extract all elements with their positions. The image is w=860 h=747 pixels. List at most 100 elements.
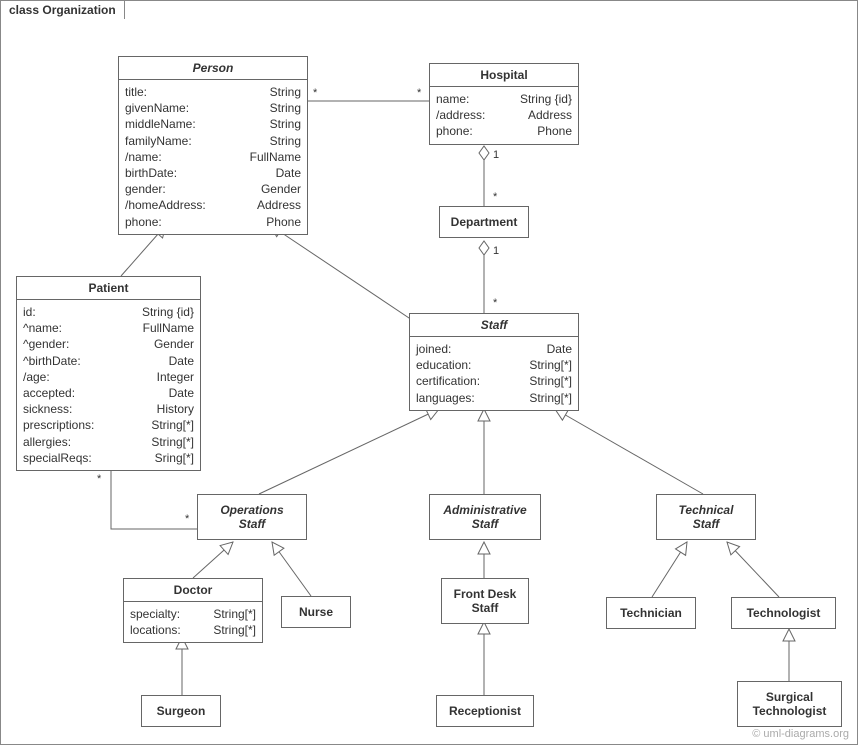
class-staff-attrs: joined:Date education:String[*] certific… [410,337,578,410]
attr-type: String[*] [529,357,572,373]
label: Staff [202,517,302,531]
class-doctor-attrs: specialty: String[*] locations: String[*] [124,602,262,642]
class-person: Person title: String givenName: String mid… [118,56,308,235]
attr-name: /age: [23,369,50,385]
attr-name: accepted: [23,385,75,401]
attr-type: Gender [154,336,194,352]
attr-name: certification: [416,373,480,389]
attr-type: Phone [537,123,572,139]
attr-name: middleName: [125,116,196,132]
attr-type: Date [276,165,301,181]
attr-type: Date [169,385,194,401]
class-receptionist: Receptionist [436,695,534,727]
class-department: Department [439,206,529,238]
class-operations-staff: Operations Staff [197,494,307,540]
attr-name: sickness: [23,401,72,417]
class-doctor: Doctor specialty: String[*] locations: Str… [123,578,263,643]
class-hospital-attrs: name:String {id} /address:Address phone:… [430,87,578,144]
class-person-attrs: title: String givenName: String middleName… [119,80,307,234]
class-patient-title: Patient [17,277,200,300]
mult-patient-opstaff-left: * [97,473,101,485]
class-hospital: Hospital name:String {id} /address:Addre… [429,63,579,145]
class-staff: Staff joined:Date education:String[*] ce… [409,313,579,411]
attr-name: familyName: [125,133,192,149]
attr-name: phone: [125,214,162,230]
attr-name: prescriptions: [23,417,94,433]
attr-type: FullName [250,149,301,165]
attr-type: String[*] [529,390,572,406]
class-person-title: Person [119,57,307,80]
class-doctor-title: Doctor [124,579,262,602]
attr-type: String[*] [151,417,194,433]
attr-name: ^gender: [23,336,69,352]
mult-dept-staff-1: 1 [493,245,499,257]
attr-type: String {id} [142,304,194,320]
mult-dept-staff-star: * [493,297,497,309]
watermark: © uml-diagrams.org [752,728,849,740]
attr-type: String[*] [213,606,256,622]
attr-type: String {id} [520,91,572,107]
label: Staff [434,517,536,531]
attr-name: birthDate: [125,165,177,181]
attr-type: String[*] [151,434,194,450]
label: Technical [679,503,734,517]
attr-type: Date [547,341,572,357]
class-technologist: Technologist [731,597,836,629]
attr-name: allergies: [23,434,71,450]
class-front-desk-staff: Front Desk Staff [441,578,529,624]
class-patient-attrs: id: String {id} ^name: FullName ^gender: Ge… [17,300,200,470]
attr-type: String[*] [213,622,256,638]
attr-type: Address [257,197,301,213]
attr-type: FullName [143,320,194,336]
label: Technologist [742,704,837,718]
attr-type: Phone [266,214,301,230]
attr-name: ^name: [23,320,62,336]
label: Staff [661,517,751,531]
class-nurse: Nurse [281,596,351,628]
attr-type: String [270,116,301,132]
attr-name: gender: [125,181,166,197]
attr-type: Sring[*] [155,450,194,466]
class-technical-staff: Technical Staff [656,494,756,540]
attr-type: String [270,133,301,149]
attr-name: specialReqs: [23,450,92,466]
attr-type: Integer [157,369,194,385]
class-staff-title: Staff [410,314,578,337]
class-administrative-staff: Administrative Staff [429,494,541,540]
mult-hospital-dept-1: 1 [493,149,499,161]
class-hospital-title: Hospital [430,64,578,87]
attr-name: education: [416,357,471,373]
label: Administrative [443,503,526,517]
mult-patient-opstaff-right: * [185,513,189,525]
class-technician: Technician [606,597,696,629]
attr-name: title: [125,84,147,100]
attr-name: phone: [436,123,473,139]
frame-label: class Organization [0,0,125,19]
attr-name: languages: [416,390,475,406]
attr-type: Date [169,353,194,369]
attr-name: specialty: [130,606,180,622]
attr-name: /homeAddress: [125,197,206,213]
attr-type: String[*] [529,373,572,389]
attr-type: Gender [261,181,301,197]
label: Staff [446,601,524,615]
mult-hospital-dept-star: * [493,191,497,203]
attr-name: givenName: [125,100,189,116]
class-surgeon: Surgeon [141,695,221,727]
attr-type: String [270,84,301,100]
attr-name: locations: [130,622,181,638]
attr-name: ^birthDate: [23,353,81,369]
class-surgical-technologist: Surgical Technologist [737,681,842,727]
attr-type: History [157,401,194,417]
class-patient: Patient id: String {id} ^name: FullName ^g… [16,276,201,471]
attr-type: String [270,100,301,116]
label: Operations [220,503,283,517]
frame-organization: class Organization [0,0,858,745]
mult-person-hospital-left: * [313,87,317,99]
attr-name: /name: [125,149,162,165]
mult-person-hospital-right: * [417,87,421,99]
attr-name: name: [436,91,469,107]
attr-name: id: [23,304,36,320]
attr-name: /address: [436,107,485,123]
label: Surgical [766,690,813,704]
